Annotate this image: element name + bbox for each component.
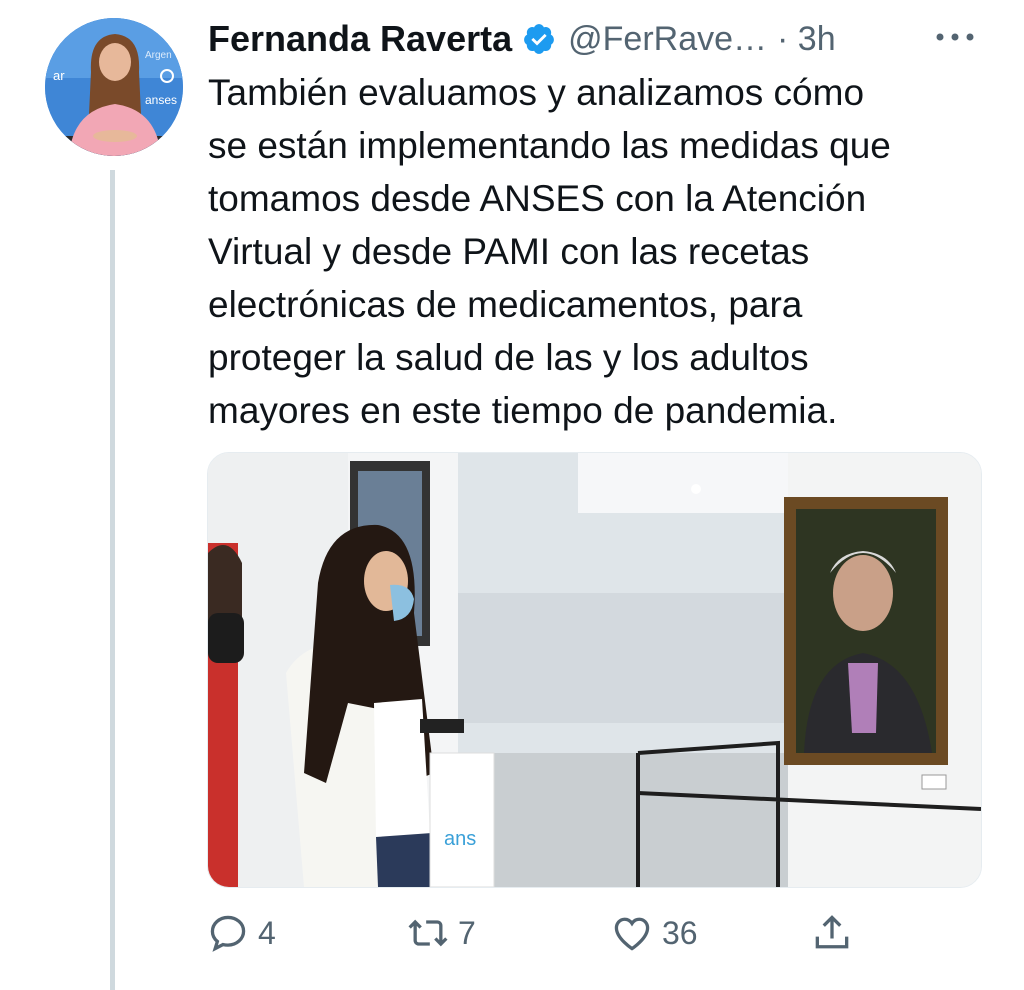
avatar-photo: ar anses Argen bbox=[45, 18, 183, 156]
avatar-text: Argen bbox=[145, 50, 172, 61]
retweet-icon bbox=[408, 919, 448, 947]
tweet-text-line: tomamos desde ANSES con la Atención bbox=[208, 178, 867, 219]
author-handle[interactable]: @FerRave… bbox=[568, 20, 767, 59]
like-icon bbox=[614, 917, 650, 951]
share-icon bbox=[815, 915, 849, 949]
media-photo: ans bbox=[208, 453, 981, 887]
reply-count: 4 bbox=[258, 914, 276, 951]
more-button[interactable] bbox=[930, 22, 980, 52]
tweet-time[interactable]: · 3h bbox=[777, 20, 836, 59]
thread-line bbox=[110, 170, 115, 990]
tweet-text-line: Virtual y desde PAMI con las recetas bbox=[208, 231, 810, 272]
tweet-media[interactable]: ans bbox=[207, 452, 982, 888]
avatar-text: ar bbox=[53, 68, 65, 83]
avatar-text: anses bbox=[145, 93, 177, 107]
avatar[interactable]: ar anses Argen bbox=[45, 18, 183, 156]
reply-button[interactable]: 4 bbox=[206, 908, 276, 958]
tweet-text-line: También evaluamos y analizamos cómo bbox=[208, 72, 865, 113]
like-count: 36 bbox=[662, 914, 698, 951]
more-icon bbox=[936, 33, 974, 41]
like-button[interactable]: 36 bbox=[610, 908, 698, 958]
tweet-text-line: proteger la salud de las y los adultos bbox=[208, 337, 809, 378]
tweet-header: Fernanda Raverta @FerRave… · 3h bbox=[208, 14, 836, 64]
tweet-text-line: electrónicas de medicamentos, para bbox=[208, 284, 803, 325]
tweet-text-line: mayores en este tiempo de pandemia. bbox=[208, 390, 838, 431]
bag-text: ans bbox=[444, 828, 476, 850]
reply-icon bbox=[210, 915, 246, 952]
author-name[interactable]: Fernanda Raverta bbox=[208, 18, 512, 60]
tweet-text: También evaluamos y analizamos cómo se e… bbox=[208, 66, 998, 437]
tweet-actions: 4 7 36 bbox=[206, 908, 1006, 958]
share-button[interactable] bbox=[810, 908, 854, 958]
verified-icon bbox=[524, 24, 554, 54]
retweet-button[interactable]: 7 bbox=[406, 908, 476, 958]
retweet-count: 7 bbox=[458, 914, 476, 951]
tweet-text-line: se están implementando las medidas que bbox=[208, 125, 891, 166]
